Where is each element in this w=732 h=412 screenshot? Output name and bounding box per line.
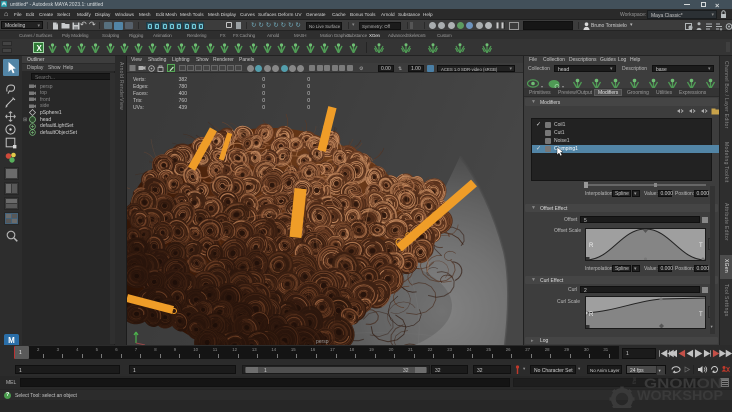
svg-text:T: T [699, 312, 703, 318]
svg-text:the: the [632, 377, 638, 384]
svg-text:WORKSHOP: WORKSHOP [637, 388, 723, 403]
svg-text:R: R [589, 243, 594, 249]
svg-text:R: R [589, 312, 594, 318]
svg-text:T: T [699, 243, 703, 249]
